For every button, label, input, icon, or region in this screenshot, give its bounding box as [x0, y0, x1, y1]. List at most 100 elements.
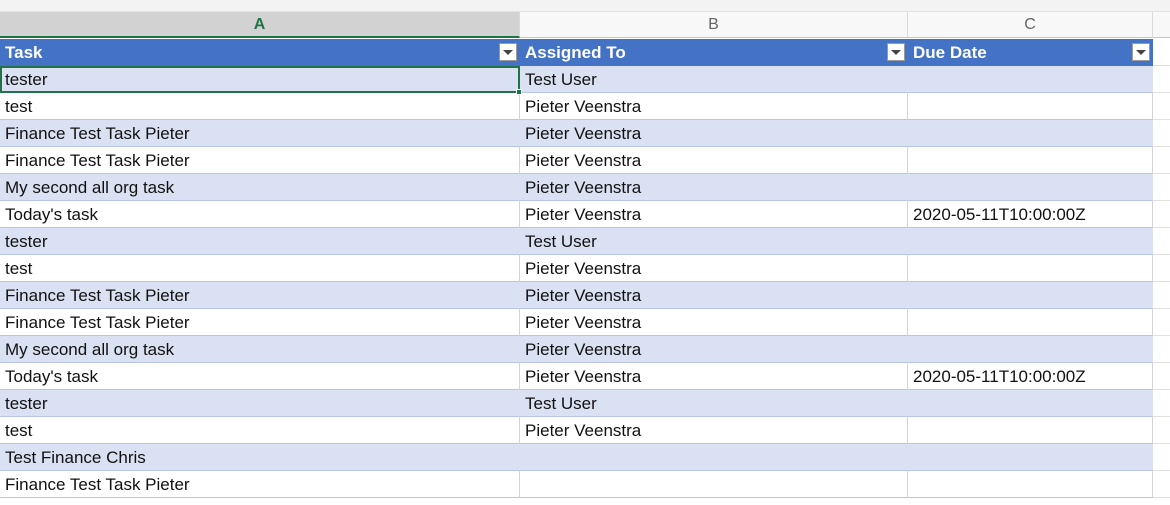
filter-dropdown-icon[interactable]: [887, 43, 905, 61]
table-row: Today's task Pieter Veenstra 2020-05-11T10…: [0, 363, 1170, 390]
column-header-a[interactable]: A: [0, 12, 520, 38]
cell-due-date[interactable]: [908, 309, 1153, 336]
empty-cell[interactable]: [1153, 201, 1170, 228]
table-body: Task Assigned To Due Date tester Test Use…: [0, 39, 1170, 498]
table-row: Today's task Pieter Veenstra 2020-05-11T10…: [0, 201, 1170, 228]
cell-assigned-to[interactable]: Pieter Veenstra: [520, 174, 908, 201]
table-row: Finance Test Task Pieter: [0, 471, 1170, 498]
cell-task[interactable]: tester: [0, 390, 520, 417]
table-row: tester Test User: [0, 66, 1170, 93]
cell-due-date[interactable]: [908, 444, 1153, 471]
cell-task[interactable]: Finance Test Task Pieter: [0, 147, 520, 174]
cell-due-date[interactable]: [908, 336, 1153, 363]
table-header-row: Task Assigned To Due Date: [0, 39, 1170, 66]
cell-task[interactable]: My second all org task: [0, 174, 520, 201]
cell-due-date[interactable]: [908, 390, 1153, 417]
cell-assigned-to[interactable]: Pieter Veenstra: [520, 147, 908, 174]
cell-assigned-to[interactable]: Pieter Veenstra: [520, 255, 908, 282]
cell-due-date[interactable]: [908, 471, 1153, 498]
cell-task[interactable]: test: [0, 255, 520, 282]
empty-cell[interactable]: [1153, 390, 1170, 417]
empty-cell[interactable]: [1153, 147, 1170, 174]
cell-task[interactable]: tester: [0, 228, 520, 255]
table-row: test Pieter Veenstra: [0, 417, 1170, 444]
cell-due-date[interactable]: [908, 255, 1153, 282]
column-header-row: A B C: [0, 12, 1170, 38]
empty-cell[interactable]: [1153, 174, 1170, 201]
cell-task[interactable]: test: [0, 417, 520, 444]
cell-task[interactable]: Today's task: [0, 363, 520, 390]
header-cell-task[interactable]: Task: [0, 39, 520, 66]
header-label-assigned-to: Assigned To: [525, 43, 626, 62]
cell-due-date[interactable]: [908, 147, 1153, 174]
empty-cell[interactable]: [1153, 255, 1170, 282]
cell-assigned-to[interactable]: Test User: [520, 228, 908, 255]
empty-cell[interactable]: [1153, 471, 1170, 498]
column-header-overflow: [1153, 12, 1170, 38]
ribbon-edge: [0, 0, 1170, 12]
header-label-due-date: Due Date: [913, 43, 987, 62]
cell-due-date[interactable]: [908, 282, 1153, 309]
empty-cell[interactable]: [1153, 282, 1170, 309]
cell-assigned-to[interactable]: Test User: [520, 390, 908, 417]
cell-due-date[interactable]: [908, 417, 1153, 444]
table-row: tester Test User: [0, 228, 1170, 255]
filter-dropdown-icon[interactable]: [499, 43, 517, 61]
table-row: Finance Test Task Pieter Pieter Veenstra: [0, 120, 1170, 147]
cell-assigned-to[interactable]: [520, 471, 908, 498]
cell-task[interactable]: Test Finance Chris: [0, 444, 520, 471]
cell-assigned-to[interactable]: Pieter Veenstra: [520, 120, 908, 147]
cell-assigned-to[interactable]: Pieter Veenstra: [520, 363, 908, 390]
cell-task[interactable]: Finance Test Task Pieter: [0, 309, 520, 336]
cell-task[interactable]: tester: [0, 66, 520, 93]
cell-assigned-to[interactable]: Pieter Veenstra: [520, 309, 908, 336]
empty-cell[interactable]: [1153, 309, 1170, 336]
header-label-task: Task: [5, 43, 43, 62]
table-row: Finance Test Task Pieter Pieter Veenstra: [0, 309, 1170, 336]
header-cell-assigned-to[interactable]: Assigned To: [520, 39, 908, 66]
empty-cell[interactable]: [1153, 93, 1170, 120]
empty-cell[interactable]: [1153, 120, 1170, 147]
table-row: test Pieter Veenstra: [0, 255, 1170, 282]
table-row: tester Test User: [0, 390, 1170, 417]
table-row: My second all org task Pieter Veenstra: [0, 336, 1170, 363]
table-row: Finance Test Task Pieter Pieter Veenstra: [0, 147, 1170, 174]
table-row: Test Finance Chris: [0, 444, 1170, 471]
column-header-b[interactable]: B: [520, 12, 908, 38]
cell-assigned-to[interactable]: Pieter Veenstra: [520, 93, 908, 120]
cell-task[interactable]: test: [0, 93, 520, 120]
table-row: My second all org task Pieter Veenstra: [0, 174, 1170, 201]
cell-assigned-to[interactable]: Pieter Veenstra: [520, 336, 908, 363]
cell-assigned-to[interactable]: [520, 444, 908, 471]
cell-task[interactable]: Finance Test Task Pieter: [0, 471, 520, 498]
filter-dropdown-icon[interactable]: [1132, 43, 1150, 61]
cell-assigned-to[interactable]: Pieter Veenstra: [520, 417, 908, 444]
header-cell-due-date[interactable]: Due Date: [908, 39, 1153, 66]
cell-due-date[interactable]: [908, 120, 1153, 147]
empty-cell[interactable]: [1153, 417, 1170, 444]
cell-assigned-to[interactable]: Pieter Veenstra: [520, 282, 908, 309]
cell-task[interactable]: My second all org task: [0, 336, 520, 363]
cell-due-date[interactable]: [908, 228, 1153, 255]
empty-cell[interactable]: [1153, 66, 1170, 93]
fill-handle[interactable]: [516, 89, 522, 95]
cell-due-date[interactable]: 2020-05-11T10:00:00Z: [908, 363, 1153, 390]
empty-cell[interactable]: [1153, 39, 1170, 66]
cell-due-date[interactable]: [908, 174, 1153, 201]
column-header-c[interactable]: C: [908, 12, 1153, 38]
cell-due-date[interactable]: [908, 93, 1153, 120]
empty-cell[interactable]: [1153, 363, 1170, 390]
spreadsheet-grid: A B C Task Assigned To Due Date tester T…: [0, 0, 1170, 505]
cell-due-date[interactable]: [908, 66, 1153, 93]
table-row: Finance Test Task Pieter Pieter Veenstra: [0, 282, 1170, 309]
table-row: test Pieter Veenstra: [0, 93, 1170, 120]
cell-task[interactable]: Finance Test Task Pieter: [0, 282, 520, 309]
cell-assigned-to[interactable]: Pieter Veenstra: [520, 201, 908, 228]
cell-task[interactable]: Today's task: [0, 201, 520, 228]
empty-cell[interactable]: [1153, 228, 1170, 255]
empty-cell[interactable]: [1153, 336, 1170, 363]
cell-due-date[interactable]: 2020-05-11T10:00:00Z: [908, 201, 1153, 228]
cell-assigned-to[interactable]: Test User: [520, 66, 908, 93]
cell-task[interactable]: Finance Test Task Pieter: [0, 120, 520, 147]
empty-cell[interactable]: [1153, 444, 1170, 471]
